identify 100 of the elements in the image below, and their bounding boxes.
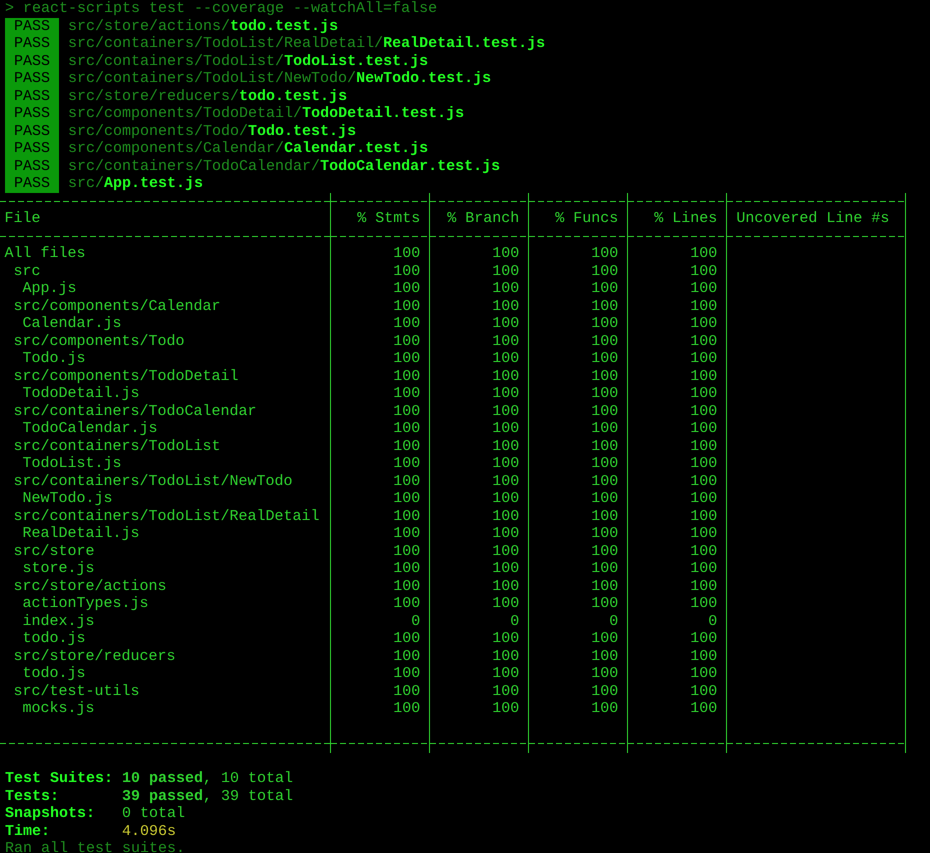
test-path: src/containers/TodoList/RealDetail/ [68, 35, 384, 52]
column-header: % Funcs [555, 210, 618, 227]
coverage-value: 100 [591, 315, 618, 332]
coverage-value: 100 [690, 525, 718, 542]
coverage-value: 100 [393, 648, 420, 664]
coverage-value: 100 [393, 682, 420, 700]
test-file-name: TodoList.test.js [284, 52, 428, 70]
coverage-value: 100 [393, 438, 420, 454]
file-name: mocks.js [22, 700, 95, 717]
summary-value: 10 passed, 10 total [122, 770, 294, 788]
coverage-value: 100 [492, 332, 520, 350]
coverage-value: 100 [690, 682, 718, 700]
status-badge: PASS [5, 35, 60, 52]
coverage-value: 100 [492, 420, 520, 437]
coverage-value: 100 [690, 315, 718, 332]
file-name: NewTodo.js [22, 490, 113, 507]
coverage-value: 100 [591, 682, 618, 700]
column-header: % Lines [654, 210, 718, 227]
file-name: TodoDetail.js [22, 385, 140, 402]
status-badge: PASS [5, 18, 60, 35]
coverage-value: 100 [591, 700, 618, 717]
coverage-value: 100 [492, 665, 520, 682]
coverage-value: 100 [492, 368, 520, 384]
coverage-value: 100 [690, 385, 718, 402]
coverage-value: 100 [690, 420, 718, 437]
coverage-value: 100 [591, 280, 618, 297]
coverage-value: 0 [609, 612, 618, 630]
coverage-value: 100 [492, 542, 520, 560]
file-name: src/store [12, 542, 95, 560]
coverage-value: 100 [591, 245, 618, 262]
coverage-value: 100 [393, 315, 420, 332]
column-header: % Stmts [357, 210, 420, 227]
summary-value: 39 passed, 39 total [122, 788, 294, 805]
coverage-value: 100 [393, 595, 420, 612]
coverage-value: 100 [591, 508, 618, 524]
coverage-value: 100 [393, 508, 420, 524]
coverage-value: 100 [492, 595, 520, 612]
coverage-value: 100 [690, 402, 718, 420]
coverage-value: 0 [411, 612, 420, 630]
file-name: todo.js [22, 630, 86, 647]
coverage-value: 100 [591, 350, 618, 367]
coverage-value: 100 [492, 280, 520, 297]
coverage-value: 100 [591, 665, 618, 682]
test-file-name: Calendar.test.js [284, 140, 428, 158]
coverage-value: 100 [591, 472, 618, 490]
coverage-value: 100 [690, 455, 718, 472]
status-badge: PASS [5, 122, 60, 140]
coverage-value: 100 [591, 262, 618, 280]
file-name: TodoList.js [22, 455, 122, 472]
coverage-value: 100 [492, 245, 520, 262]
file-name: Todo.js [22, 350, 86, 367]
file-name: src [12, 262, 41, 280]
file-name: src/components/Todo [12, 332, 185, 350]
coverage-value: 100 [690, 595, 718, 612]
coverage-value: 100 [393, 630, 420, 647]
coverage-value: 100 [492, 438, 520, 454]
coverage-value: 100 [393, 578, 420, 594]
coverage-value: 100 [492, 350, 520, 367]
coverage-value: 100 [690, 280, 718, 297]
coverage-value: 100 [492, 525, 520, 542]
coverage-value: 100 [393, 262, 420, 280]
test-file-name: RealDetail.test.js [383, 35, 546, 52]
coverage-value: 100 [393, 490, 420, 507]
coverage-value: 100 [591, 560, 618, 577]
coverage-value: 100 [393, 280, 420, 297]
coverage-value: 100 [393, 245, 420, 262]
summary-label: Test Suites: [5, 770, 114, 788]
coverage-value: 100 [591, 630, 618, 647]
file-name: src/test-utils [12, 682, 140, 700]
test-path: src/containers/TodoCalendar/ [68, 158, 320, 175]
coverage-value: 100 [393, 350, 420, 367]
coverage-value: 100 [591, 420, 618, 437]
status-badge: PASS [5, 175, 60, 192]
test-path: src/components/TodoDetail/ [68, 105, 302, 122]
coverage-value: 100 [492, 472, 520, 490]
coverage-value: 100 [492, 402, 520, 420]
column-header: % Branch [447, 210, 520, 227]
coverage-value: 100 [393, 368, 420, 384]
coverage-value: 0 [708, 612, 718, 630]
test-path: src/components/Calendar/ [68, 140, 284, 158]
command-line: > react-scripts test --coverage --watchAll=false [5, 0, 438, 17]
test-file-name: TodoDetail.test.js [302, 105, 464, 122]
test-file-name: todo.test.js [230, 18, 338, 35]
status-badge: PASS [5, 88, 60, 105]
coverage-value: 100 [492, 560, 520, 577]
coverage-value: 100 [393, 402, 420, 420]
summary-label: Tests: [5, 788, 60, 805]
file-name: todo.js [22, 665, 86, 682]
coverage-value: 100 [690, 648, 718, 664]
coverage-value: 100 [591, 455, 618, 472]
file-name: Calendar.js [22, 315, 122, 332]
coverage-value: 100 [393, 560, 420, 577]
coverage-value: 100 [393, 455, 420, 472]
file-name: src/containers/TodoList/RealDetail [12, 508, 320, 524]
file-name: src/containers/TodoCalendar [12, 402, 257, 420]
coverage-value: 100 [591, 385, 618, 402]
status-badge: PASS [5, 105, 60, 122]
coverage-value: 100 [492, 648, 520, 664]
coverage-value: 100 [393, 298, 420, 314]
file-name: src/store/reducers [12, 648, 176, 664]
